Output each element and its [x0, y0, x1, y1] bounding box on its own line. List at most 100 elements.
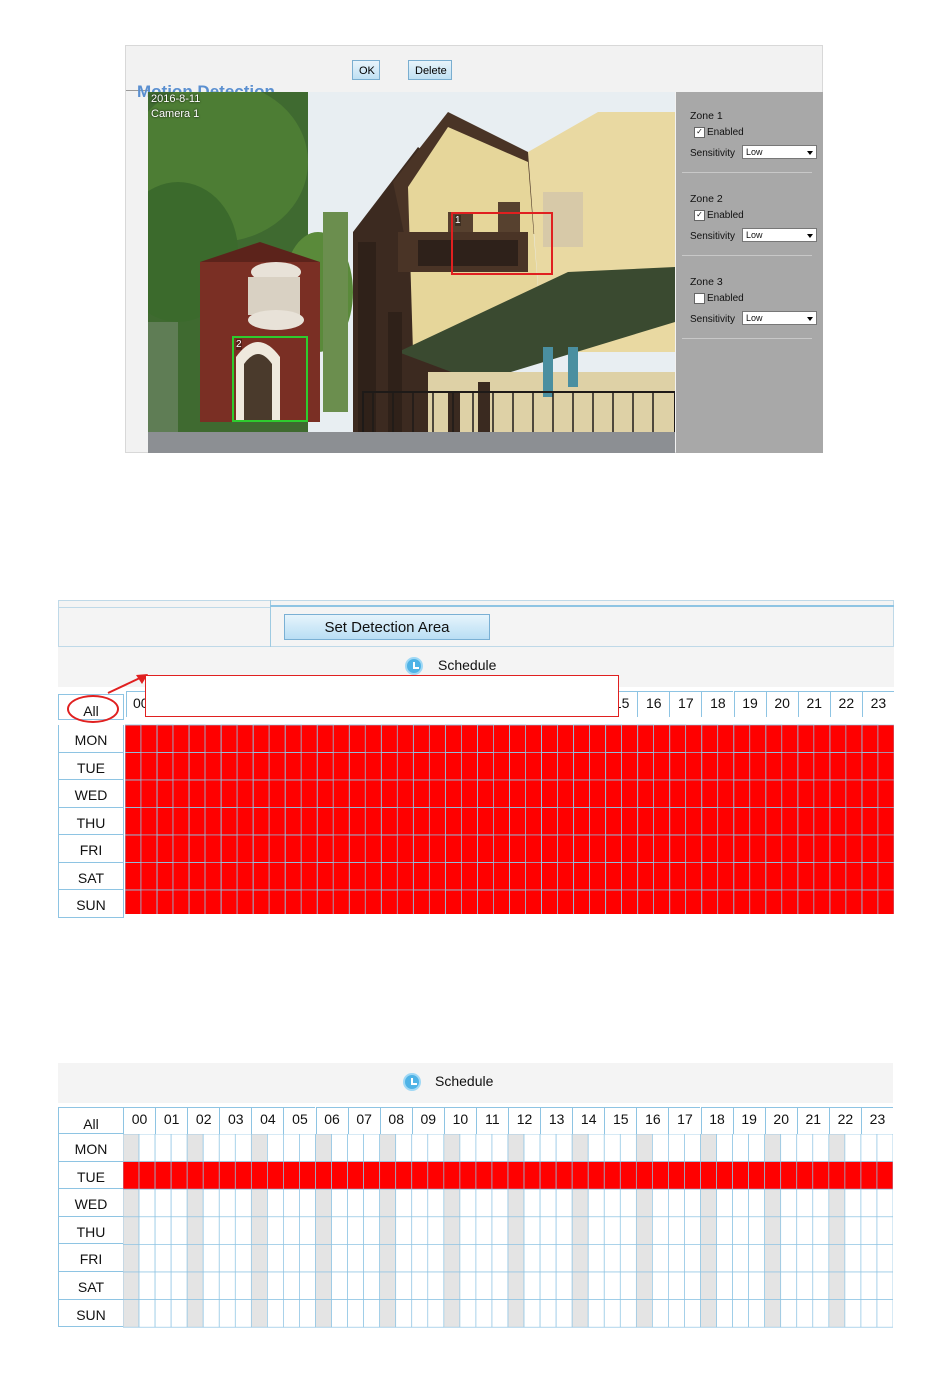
schedule-slot[interactable]: [347, 1244, 364, 1273]
day-label-tue[interactable]: TUE: [58, 752, 124, 780]
schedule-slot[interactable]: [380, 889, 398, 914]
schedule-slot[interactable]: [316, 834, 334, 863]
schedule-slot[interactable]: [621, 724, 638, 753]
schedule-slot[interactable]: [332, 834, 350, 863]
schedule-slot[interactable]: [348, 807, 366, 836]
schedule-slot[interactable]: [268, 834, 286, 863]
schedule-slot[interactable]: [557, 807, 574, 836]
schedule-slot[interactable]: [844, 1299, 862, 1328]
schedule-slot[interactable]: [637, 724, 655, 753]
schedule-slot[interactable]: [557, 724, 574, 753]
schedule-slot[interactable]: [154, 1188, 172, 1218]
day-label-wed[interactable]: WED: [58, 1189, 124, 1217]
schedule-slot[interactable]: [844, 1161, 862, 1190]
schedule-slot[interactable]: [861, 752, 879, 781]
schedule-slot[interactable]: [268, 889, 286, 914]
schedule-slot[interactable]: [493, 752, 510, 781]
schedule-slot[interactable]: [283, 1244, 300, 1273]
schedule-slot[interactable]: [461, 779, 478, 808]
schedule-slot[interactable]: [461, 862, 478, 891]
schedule-slot[interactable]: [828, 1216, 846, 1245]
schedule-slot[interactable]: [188, 724, 206, 753]
schedule-slot[interactable]: [555, 1299, 573, 1328]
schedule-slot[interactable]: [539, 1244, 557, 1273]
schedule-slot[interactable]: [444, 834, 462, 863]
schedule-slot[interactable]: [204, 862, 222, 891]
schedule-slot[interactable]: [876, 1299, 893, 1328]
schedule-slot[interactable]: [412, 752, 430, 781]
schedule-slot[interactable]: [619, 1161, 637, 1190]
schedule-slot[interactable]: [411, 1188, 429, 1218]
day-label-sun[interactable]: SUN: [58, 1299, 124, 1328]
schedule-slot[interactable]: [188, 862, 206, 891]
schedule-slot[interactable]: [684, 1271, 701, 1300]
schedule-slot[interactable]: [605, 807, 623, 836]
schedule-slot[interactable]: [491, 1299, 509, 1328]
schedule-slot[interactable]: [749, 779, 767, 808]
schedule-slot[interactable]: [700, 1299, 717, 1328]
schedule-slot[interactable]: [637, 779, 655, 808]
schedule-slot[interactable]: [123, 1216, 140, 1245]
hour-header-cell[interactable]: 12: [508, 1107, 541, 1134]
schedule-slot[interactable]: [156, 862, 174, 891]
schedule-slot[interactable]: [619, 1216, 637, 1245]
schedule-slot[interactable]: [637, 862, 655, 891]
schedule-slot[interactable]: [780, 1299, 798, 1328]
schedule-slot[interactable]: [845, 889, 863, 914]
schedule-slot[interactable]: [202, 1134, 220, 1162]
schedule-slot[interactable]: [459, 1271, 477, 1300]
set-detection-area-button[interactable]: Set Detection Area: [284, 614, 490, 640]
schedule-grid[interactable]: [125, 720, 894, 914]
schedule-slot[interactable]: [316, 779, 334, 808]
schedule-slot[interactable]: [491, 1188, 509, 1218]
schedule-slot[interactable]: [347, 1299, 364, 1328]
schedule-slot[interactable]: [156, 779, 174, 808]
schedule-slot[interactable]: [605, 779, 623, 808]
schedule-slot[interactable]: [701, 862, 719, 891]
schedule-slot[interactable]: [587, 1134, 605, 1162]
schedule-slot[interactable]: [748, 1271, 766, 1300]
schedule-slot[interactable]: [813, 779, 831, 808]
hour-header-cell[interactable]: 21: [797, 691, 830, 717]
schedule-slot[interactable]: [491, 1244, 509, 1273]
schedule-slot[interactable]: [459, 1244, 477, 1273]
schedule-slot[interactable]: [717, 807, 735, 836]
hour-header-cell[interactable]: 05: [283, 1107, 316, 1134]
schedule-slot[interactable]: [140, 779, 158, 808]
schedule-slot[interactable]: [380, 779, 398, 808]
schedule-slot[interactable]: [170, 1244, 188, 1273]
schedule-slot[interactable]: [684, 1244, 701, 1273]
schedule-slot[interactable]: [812, 1188, 830, 1218]
schedule-slot[interactable]: [202, 1188, 220, 1218]
schedule-slot[interactable]: [477, 807, 494, 836]
schedule-slot[interactable]: [812, 1216, 830, 1245]
schedule-slot[interactable]: [348, 862, 366, 891]
schedule-slot[interactable]: [637, 889, 655, 914]
schedule-slot[interactable]: [172, 807, 190, 836]
schedule-slot[interactable]: [555, 1271, 573, 1300]
schedule-slot[interactable]: [685, 807, 703, 836]
schedule-slot[interactable]: [621, 779, 638, 808]
schedule-slot[interactable]: [427, 1161, 445, 1190]
schedule-slot[interactable]: [220, 779, 238, 808]
hour-header-cell[interactable]: 06: [315, 1107, 348, 1134]
schedule-slot[interactable]: [218, 1161, 236, 1190]
schedule-slot[interactable]: [412, 834, 430, 863]
schedule-slot[interactable]: [668, 1244, 685, 1273]
schedule-slot[interactable]: [123, 1161, 140, 1190]
schedule-slot[interactable]: [299, 1188, 316, 1218]
schedule-slot[interactable]: [603, 1216, 621, 1245]
schedule-slot[interactable]: [300, 862, 318, 891]
schedule-slot[interactable]: [635, 1299, 653, 1328]
day-label-thu[interactable]: THU: [58, 807, 124, 835]
schedule-slot[interactable]: [316, 889, 334, 914]
schedule-slot[interactable]: [589, 779, 606, 808]
schedule-slot[interactable]: [845, 724, 863, 753]
hour-header-cell[interactable]: 15: [604, 1107, 637, 1134]
schedule-slot[interactable]: [716, 1299, 733, 1328]
schedule-slot[interactable]: [138, 1216, 156, 1245]
schedule-slot[interactable]: [669, 752, 687, 781]
hour-header-cell[interactable]: 14: [572, 1107, 605, 1134]
schedule-slot[interactable]: [123, 1271, 140, 1300]
schedule-slot[interactable]: [315, 1271, 332, 1300]
